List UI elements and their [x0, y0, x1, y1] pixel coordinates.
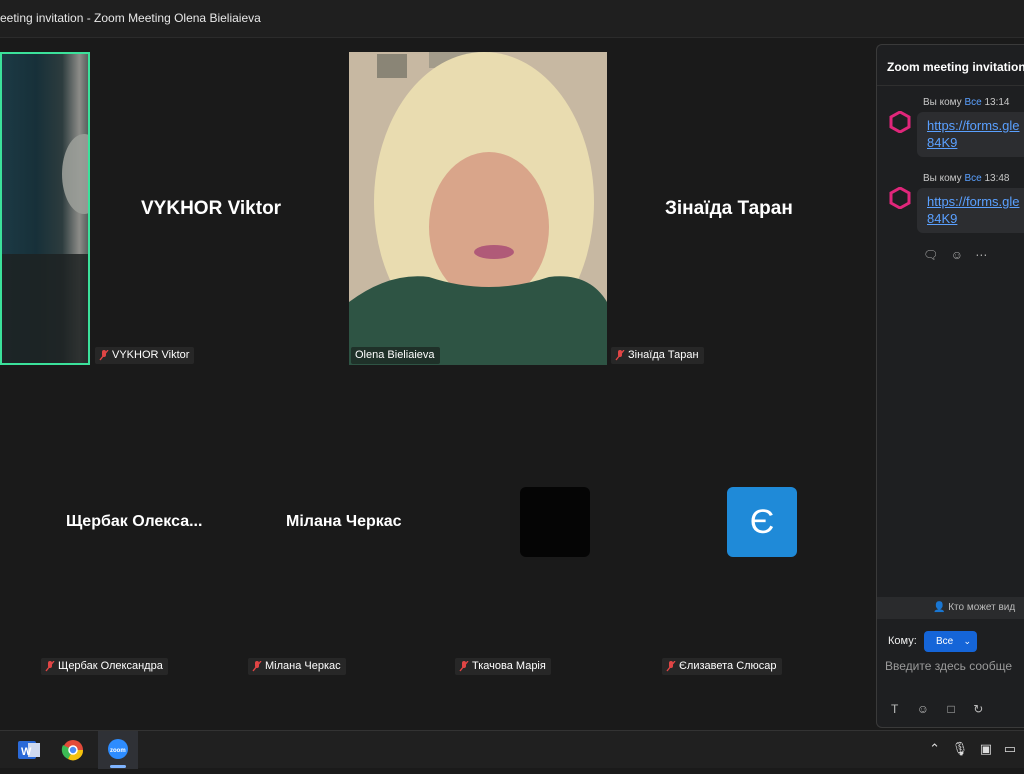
screenshot-icon[interactable]: ↻ — [973, 702, 983, 716]
participant-display-name: Зінаїда Таран — [665, 198, 793, 219]
participant-name-tag: Зінаїда Таран — [611, 347, 704, 364]
divider — [877, 85, 1024, 86]
chevron-down-icon: ⌄ — [963, 636, 971, 646]
participant-video-off-tile[interactable] — [520, 487, 590, 557]
participant-tile-scherbak[interactable]: Щербак Олекса... — [40, 378, 240, 678]
chevron-up-icon[interactable]: ⌃ — [929, 741, 940, 757]
svg-text:zoom: zoom — [110, 748, 126, 754]
window-title: eeting invitation - Zoom Meeting Olena B… — [0, 11, 261, 25]
participant-name-tag: Щербак Олександра — [41, 658, 168, 675]
send-to-label: Кому: — [888, 635, 917, 647]
participant-name-tag: Ткачова Марія — [455, 658, 551, 675]
message-time: 13:14 — [984, 97, 1010, 108]
who-can-see-bar[interactable]: 👤 Кто может вид — [877, 597, 1024, 619]
message-bubble[interactable]: https://forms.gle 84K9 — [917, 112, 1024, 157]
sender-avatar-icon — [889, 111, 911, 133]
message-link-line[interactable]: 84K9 — [927, 134, 1019, 151]
message-actions: 🗨 ☺ ⋯ — [923, 246, 995, 264]
windows-taskbar: W zoom ⌃ 🎙 ▣ ▭ — [0, 730, 1024, 769]
person-icon: 👤 — [933, 602, 946, 613]
muted-mic-icon — [252, 660, 262, 672]
participant-display-name: Мілана Черкас — [286, 513, 402, 530]
send-to-dropdown[interactable]: Все ⌄ — [924, 631, 977, 652]
person-silhouette-icon — [2, 134, 88, 363]
name-tag-label: VYKHOR Viktor — [112, 349, 190, 361]
message-link-line[interactable]: 84K9 — [927, 210, 1019, 227]
who-can-see-label: Кто может вид — [948, 602, 1016, 613]
message-link[interactable]: https://forms.gle 84K9 — [927, 193, 1019, 227]
message-sender: Вы кому — [923, 97, 962, 108]
muted-mic-icon — [459, 660, 469, 672]
muted-mic-icon — [666, 660, 676, 672]
emoji-reaction-icon[interactable]: ☺ — [951, 248, 963, 262]
reply-icon[interactable]: 🗨 — [923, 248, 938, 262]
participant-display-name: VYKHOR Viktor — [141, 198, 282, 219]
message-recipient-link[interactable]: Все — [964, 173, 981, 184]
system-tray: ⌃ 🎙 ▣ ▭ — [929, 741, 1024, 757]
message-link[interactable]: https://forms.gle 84K9 — [927, 117, 1019, 151]
message-meta: Вы кому Все 13:48 — [923, 173, 1010, 184]
display-icon[interactable]: ▣ — [980, 741, 992, 757]
participant-display-name: Щербак Олекса... — [66, 513, 203, 530]
participant-video-frame — [349, 52, 607, 365]
message-link-line[interactable]: https://forms.gle — [927, 117, 1019, 134]
participant-name-tag: Olena Bieliaieva — [351, 347, 440, 364]
muted-mic-icon — [615, 349, 625, 361]
chat-header-title: Zoom meeting invitation — [887, 60, 1024, 74]
participant-name-tag: Єлизавета Слюсар — [662, 658, 782, 675]
participant-video-olena[interactable] — [349, 52, 607, 365]
participant-tile-taran[interactable]: Зінаїда Таран — [612, 52, 862, 365]
name-tag-label: Єлизавета Слюсар — [679, 660, 777, 672]
name-tag-label: Щербак Олександра — [58, 660, 163, 672]
chat-message-input[interactable]: Введите здесь сообще — [885, 659, 1024, 673]
video-gallery: VYKHOR Viktor VYKHOR Viktor Olena Bielia… — [0, 38, 870, 730]
participant-name-tag: Мілана Черкас — [248, 658, 346, 675]
emoji-icon[interactable]: ☺ — [917, 702, 929, 716]
word-icon[interactable]: W — [8, 731, 48, 769]
participant-tile-cherkas[interactable]: Мілана Черкас — [248, 378, 448, 678]
name-tag-label: Мілана Черкас — [265, 660, 341, 672]
muted-mic-icon — [45, 660, 55, 672]
chrome-icon[interactable] — [53, 731, 93, 769]
text-format-icon[interactable]: T — [891, 702, 898, 716]
message-recipient-link[interactable]: Все — [964, 97, 981, 108]
message-time: 13:48 — [984, 173, 1010, 184]
svg-text:W: W — [21, 746, 32, 758]
name-tag-label: Зінаїда Таран — [628, 349, 699, 361]
name-tag-label: Olena Bieliaieva — [355, 349, 435, 361]
microphone-icon[interactable]: 🎙 — [952, 741, 969, 757]
message-sender: Вы кому — [923, 173, 962, 184]
sender-avatar-icon — [889, 187, 911, 209]
participant-name-tag: VYKHOR Viktor — [95, 347, 195, 364]
word-icon-graphic: W — [18, 741, 40, 759]
name-tag-label: Ткачова Марія — [472, 660, 546, 672]
zoom-icon-graphic: zoom — [108, 739, 128, 759]
participant-avatar[interactable]: Є — [727, 487, 797, 557]
chat-toolbar: T ☺ □ ↻ — [891, 700, 997, 718]
muted-mic-icon — [99, 349, 109, 361]
message-link-line[interactable]: https://forms.gle — [927, 193, 1019, 210]
message-meta: Вы кому Все 13:14 — [923, 97, 1010, 108]
chat-panel: Zoom meeting invitation Вы кому Все 13:1… — [876, 44, 1024, 728]
zoom-icon[interactable]: zoom — [98, 731, 138, 769]
chrome-icon-graphic — [61, 740, 84, 761]
message-bubble[interactable]: https://forms.gle 84K9 — [917, 188, 1024, 233]
network-icon[interactable]: ▭ — [1004, 741, 1016, 757]
window-titlebar: eeting invitation - Zoom Meeting Olena B… — [0, 0, 1024, 38]
more-options-icon[interactable]: ⋯ — [975, 248, 987, 262]
participant-tile-vykhor[interactable]: VYKHOR Viktor — [96, 52, 346, 365]
send-to-value: Все — [936, 636, 954, 647]
active-speaker-video[interactable] — [0, 52, 90, 365]
file-icon[interactable]: □ — [948, 702, 955, 716]
